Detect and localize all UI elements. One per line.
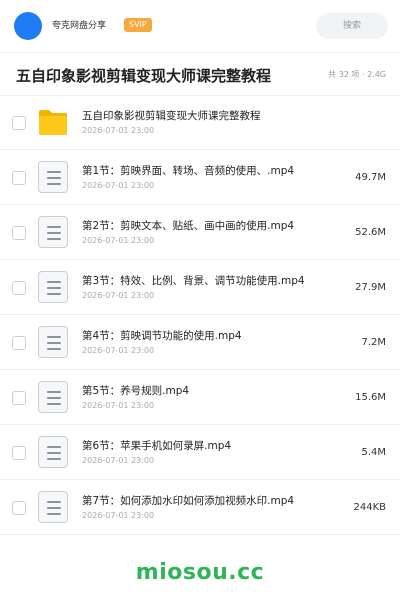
list-item[interactable]: 第4节：剪映调节功能的使用.mp4 2026-07-01 23:00 7.2M (0, 316, 400, 370)
list-item[interactable]: 第6节：苹果手机如何录屏.mp4 2026-07-01 23:00 5.4M (0, 426, 400, 480)
video-file-icon (38, 161, 70, 193)
select-checkbox[interactable] (12, 171, 26, 185)
file-date: 2026-07-01 23:00 (82, 291, 155, 300)
watermark: miosou.cc (135, 560, 265, 585)
file-size: 7.2M (361, 337, 386, 348)
file-name: 第3节：特效、比例、背景、调节功能使用.mp4 (82, 275, 305, 287)
file-name: 第2节：剪映文本、贴纸、画中画的使用.mp4 (82, 220, 295, 232)
search-button[interactable]: 搜索 (316, 13, 388, 39)
app-name: 夸克网盘分享 (52, 21, 107, 31)
list-item[interactable]: 五自印象影视剪辑变现大师课完整教程 2026-07-01 23:00 (0, 96, 400, 150)
file-name: 第4节：剪映调节功能的使用.mp4 (82, 330, 242, 342)
file-name: 第1节：剪映界面、转场、音频的使用、.mp4 (82, 165, 295, 177)
select-checkbox[interactable] (12, 116, 26, 130)
video-file-icon (38, 271, 70, 303)
page-title: 五自印象影视剪辑变现大师课完整教程 (16, 67, 272, 85)
list-item[interactable]: 第5节：养号规则.mp4 2026-07-01 23:00 15.6M (0, 371, 400, 425)
file-date: 2026-07-01 23:00 (82, 456, 155, 465)
file-size: 52.6M (355, 227, 386, 238)
file-list: 五自印象影视剪辑变现大师课完整教程 2026-07-01 23:00 第1节：剪… (0, 96, 400, 536)
file-name: 第5节：养号规则.mp4 (82, 385, 190, 397)
top-bar: 夸克网盘分享 SVIP 搜索 (0, 0, 400, 53)
video-file-icon (38, 326, 70, 358)
folder-icon (38, 106, 70, 138)
file-size: 244KB (353, 502, 386, 513)
list-item[interactable]: 第1节：剪映界面、转场、音频的使用、.mp4 2026-07-01 23:00 … (0, 151, 400, 205)
file-size: 27.9M (355, 282, 386, 293)
select-checkbox[interactable] (12, 446, 26, 460)
folder-summary: 共 32 项 · 2.4G (328, 70, 386, 79)
file-name: 第6节：苹果手机如何录屏.mp4 (82, 440, 232, 452)
file-size: 49.7M (355, 172, 386, 183)
file-date: 2026-07-01 23:00 (82, 401, 155, 410)
select-checkbox[interactable] (12, 336, 26, 350)
video-file-icon (38, 216, 70, 248)
file-date: 2026-07-01 23:00 (82, 181, 155, 190)
list-item[interactable]: 第2节：剪映文本、贴纸、画中画的使用.mp4 2026-07-01 23:00 … (0, 206, 400, 260)
file-date: 2026-07-01 23:00 (82, 236, 155, 245)
select-checkbox[interactable] (12, 226, 26, 240)
svip-badge: SVIP (124, 18, 152, 32)
select-checkbox[interactable] (12, 281, 26, 295)
video-file-icon (38, 436, 70, 468)
file-name: 五自印象影视剪辑变现大师课完整教程 (82, 110, 261, 122)
video-file-icon (38, 491, 70, 523)
file-date: 2026-07-01 23:00 (82, 346, 155, 355)
file-size: 5.4M (361, 447, 386, 458)
list-item[interactable]: 第7节：如何添加水印如何添加视频水印.mp4 2026-07-01 23:00 … (0, 481, 400, 535)
avatar[interactable] (14, 12, 42, 40)
file-size: 15.6M (355, 392, 386, 403)
folder-title-bar: 五自印象影视剪辑变现大师课完整教程 共 32 项 · 2.4G (0, 53, 400, 96)
file-date: 2026-07-01 23:00 (82, 126, 155, 135)
select-checkbox[interactable] (12, 391, 26, 405)
list-item[interactable]: 第3节：特效、比例、背景、调节功能使用.mp4 2026-07-01 23:00… (0, 261, 400, 315)
video-file-icon (38, 381, 70, 413)
select-checkbox[interactable] (12, 501, 26, 515)
file-date: 2026-07-01 23:00 (82, 511, 155, 520)
file-name: 第7节：如何添加水印如何添加视频水印.mp4 (82, 495, 295, 507)
